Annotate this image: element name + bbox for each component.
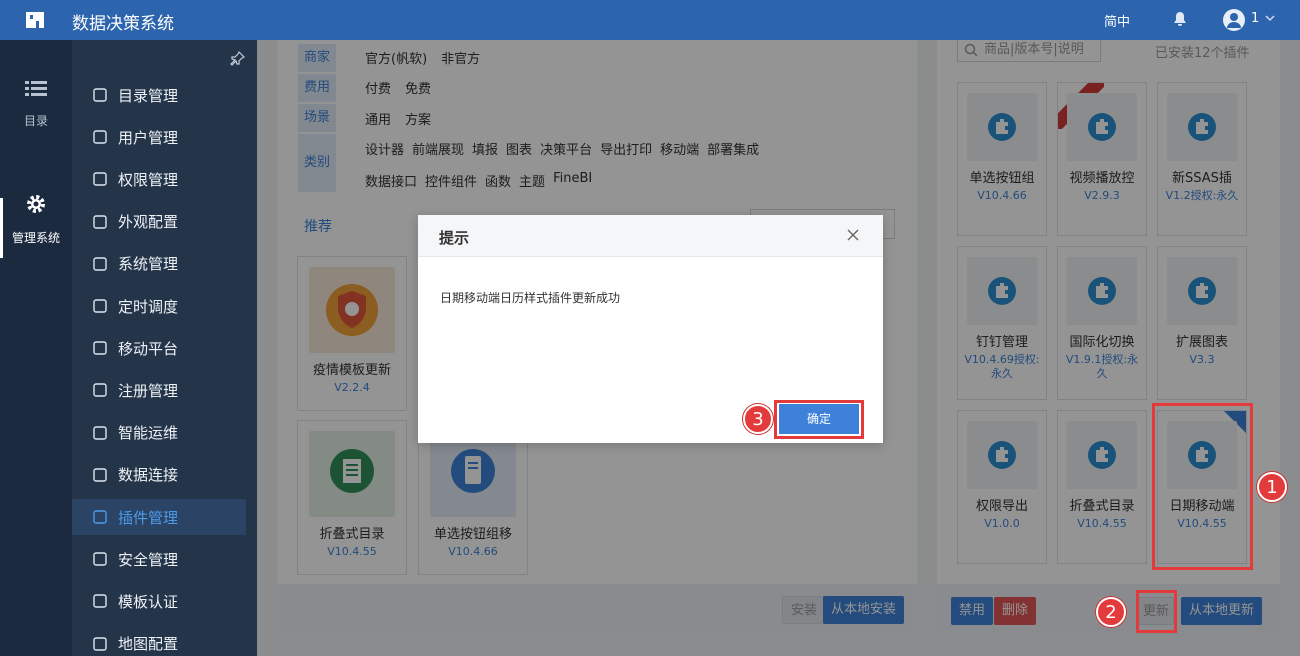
app-logo-icon [26,12,44,28]
lock-icon [93,172,107,187]
gear-icon [27,195,45,213]
sidebar-item[interactable]: 用户管理 [72,119,246,155]
sidebar-item[interactable]: 智能运维 [72,415,246,451]
step-badge-3: 3 [743,404,773,434]
sidebar-item-label: 注册管理 [118,381,179,400]
bell-icon[interactable] [1173,11,1187,27]
sidebar-item[interactable]: 系统管理 [72,246,246,282]
highlight-selected-card [1152,403,1253,570]
top-bar: 数据决策系统 简中 1 [0,0,1300,40]
close-icon[interactable] [846,228,860,242]
clock-icon [93,299,107,313]
sidebar-item[interactable]: 数据连接 [72,457,246,493]
sidebar-item[interactable]: 外观配置 [72,204,246,240]
gear-icon [93,257,107,271]
nav-rail: 目录 管理系统 [0,40,72,656]
user-name[interactable]: 1 [1251,11,1259,26]
sidebar-item-label: 外观配置 [118,213,179,232]
app-title: 数据决策系统 [72,14,174,34]
rail-label: 管理系统 [11,231,60,245]
user-avatar[interactable] [1223,9,1245,31]
step-badge-2: 2 [1096,597,1126,627]
sidebar-item-label: 智能运维 [118,424,179,443]
link-icon [93,468,107,482]
sidebar-item-label: 移动平台 [118,339,179,358]
rail-label: 目录 [23,114,48,128]
sidebar-item[interactable]: 定时调度 [72,288,246,324]
highlight-confirm-button [774,400,864,439]
sidebar-item-label: 插件管理 [118,508,179,527]
phone-icon [93,341,107,355]
puzzle-icon [93,510,107,524]
list-icon [25,81,47,96]
dialog-header: 提示 [418,215,883,257]
sidebar-item[interactable]: 插件管理 [72,499,246,535]
highlight-update-button [1136,590,1177,633]
map-icon [93,636,107,651]
nodes-icon [93,425,107,440]
sidebar-item[interactable]: 安全管理 [72,541,246,577]
register-icon [93,383,107,398]
sidebar-item[interactable]: 模板认证 [72,583,246,619]
language-switch[interactable]: 简中 [1104,11,1130,30]
chevron-down-icon[interactable] [1264,12,1276,24]
sidebar-item[interactable]: 注册管理 [72,372,246,408]
sidebar-item-label: 数据连接 [118,466,179,485]
sidebar-item[interactable]: 地图配置 [72,626,246,656]
doc-icon [93,594,107,609]
sidebar-item-label: 系统管理 [118,255,179,274]
dialog-title: 提示 [439,229,470,247]
rail-item-management[interactable]: 管理系统 [0,193,72,246]
user-icon [93,130,107,144]
pin-icon[interactable] [230,50,246,66]
brush-icon [93,214,107,229]
sidebar-item-label: 定时调度 [118,297,179,316]
step-badge-1: 1 [1257,472,1287,502]
sidebar-item-label: 模板认证 [118,592,179,611]
list-icon [93,88,107,102]
sidebar-item-label: 目录管理 [118,86,179,105]
sidebar-item[interactable]: 目录管理 [72,77,246,113]
sidebar-item[interactable]: 移动平台 [72,330,246,366]
sidebar-item[interactable]: 权限管理 [72,161,246,197]
sidebar: 目录管理用户管理权限管理外观配置系统管理定时调度移动平台注册管理智能运维数据连接… [72,40,257,656]
sidebar-item-label: 权限管理 [118,170,179,189]
sidebar-item-label: 安全管理 [118,550,179,569]
rail-item-directory[interactable]: 目录 [0,80,72,129]
shield-icon [93,552,107,566]
sidebar-item-label: 用户管理 [118,128,179,147]
dialog-message: 日期移动端日历样式插件更新成功 [440,291,621,305]
user-icon [1227,13,1241,28]
sidebar-item-label: 地图配置 [118,635,179,654]
